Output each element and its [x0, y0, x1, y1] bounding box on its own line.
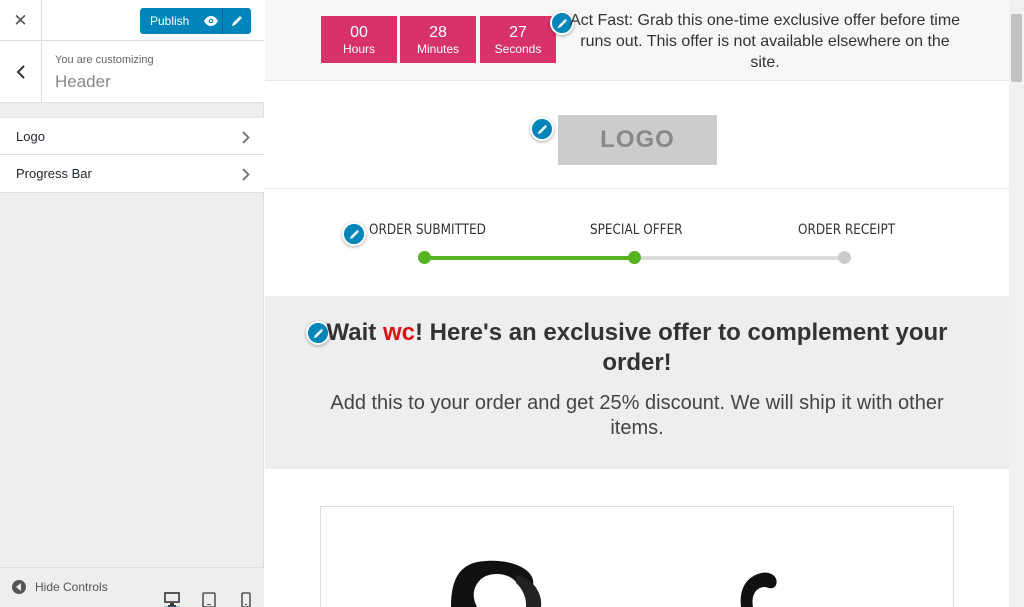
countdown-hours: 00 Hours — [321, 16, 397, 63]
close-icon: ✕ — [13, 10, 28, 30]
progress-step-order-submitted: ORDER SUBMITTED — [369, 222, 486, 238]
product-image — [451, 560, 777, 607]
countdown-value: 28 — [429, 24, 447, 41]
offer-subtext: Add this to your order and get 25% disco… — [330, 392, 944, 439]
close-customizer-button[interactable]: ✕ — [0, 0, 42, 41]
customizer-topbar: ✕ Publish — [0, 0, 264, 41]
control-item-logo[interactable]: Logo — [0, 117, 264, 155]
countdown-minutes: 28 Minutes — [400, 16, 476, 63]
control-item-label: Progress Bar — [16, 166, 92, 181]
site-preview: 00 Hours 28 Minutes 27 Seconds Act Fast:… — [265, 0, 1009, 607]
hide-controls-label: Hide Controls — [35, 580, 108, 594]
customizer-section-header: You are customizing Header — [0, 41, 264, 103]
publish-label: Publish — [150, 14, 190, 28]
progress-step-special-offer: SPECIAL OFFER — [590, 222, 683, 238]
eye-icon[interactable] — [200, 16, 222, 26]
site-logo[interactable]: LOGO — [558, 115, 717, 165]
customizer-sidebar: ✕ Publish You are customizing Header Log… — [0, 0, 264, 607]
offer-banner: Wait wc! Here's an exclusive offer to co… — [265, 296, 1009, 469]
progress-dot-pending — [838, 251, 851, 264]
order-progress-bar: ORDER SUBMITTED SPECIAL OFFER ORDER RECE… — [265, 190, 1009, 296]
scrollbar-thumb[interactable] — [1011, 14, 1022, 82]
control-item-progress-bar[interactable]: Progress Bar — [0, 155, 264, 193]
countdown-unit: Hours — [342, 42, 375, 56]
countdown-unit: Seconds — [494, 42, 542, 56]
countdown-unit: Minutes — [416, 42, 460, 56]
logo-section: LOGO — [265, 82, 1009, 189]
offer-heading-before: Wait — [326, 319, 383, 346]
desktop-icon[interactable] — [164, 592, 180, 607]
countdown-seconds: 27 Seconds — [480, 16, 556, 63]
section-controls-list: Logo Progress Bar — [0, 117, 264, 193]
product-card — [320, 506, 954, 607]
progress-step-order-receipt: ORDER RECEIPT — [798, 222, 896, 238]
publish-button[interactable]: Publish — [140, 8, 251, 34]
progress-dot-completed — [418, 251, 431, 264]
countdown-value: 00 — [350, 24, 368, 41]
progress-dot-current — [628, 251, 641, 264]
control-item-label: Logo — [16, 128, 45, 144]
you-are-customizing-label: You are customizing — [55, 54, 154, 66]
customizer-footer: Hide Controls — [0, 567, 264, 607]
edit-progress-pencil-icon[interactable] — [342, 222, 366, 246]
offer-heading-username: wc — [382, 319, 415, 346]
preview-scrollbar[interactable] — [1009, 0, 1024, 607]
section-title: Header — [55, 72, 111, 91]
progress-track-fill — [424, 256, 634, 260]
hide-controls-button[interactable]: Hide Controls — [12, 580, 108, 594]
chevron-left-icon — [16, 65, 25, 79]
pencil-icon[interactable] — [223, 15, 251, 27]
edit-logo-pencil-icon[interactable] — [530, 117, 554, 141]
timer-message: Act Fast: Grab this one-time exclusive o… — [569, 12, 961, 71]
mobile-icon[interactable] — [238, 592, 254, 607]
countdown-bar: 00 Hours 28 Minutes 27 Seconds Act Fast:… — [265, 0, 1009, 81]
back-button[interactable] — [0, 41, 42, 103]
chevron-right-icon — [242, 168, 250, 181]
collapse-icon — [12, 580, 26, 594]
chevron-right-icon — [242, 131, 250, 144]
offer-heading: Wait wc! Here's an exclusive offer to co… — [325, 318, 949, 378]
offer-heading-after: ! Here's an exclusive offer to complemen… — [414, 319, 948, 376]
countdown-value: 27 — [509, 24, 527, 41]
tablet-icon[interactable] — [201, 592, 217, 607]
